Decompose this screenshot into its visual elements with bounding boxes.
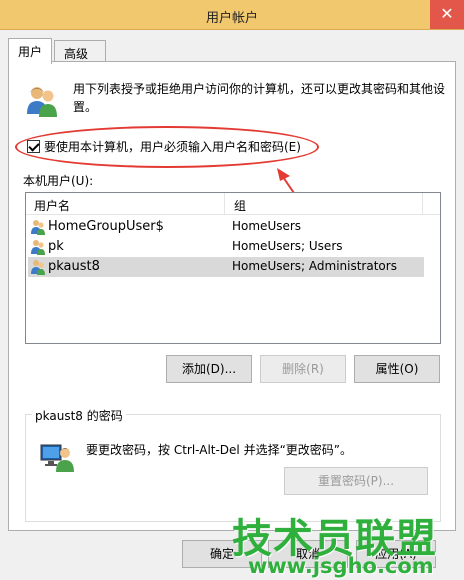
add-user-button[interactable]: 添加(D)...: [166, 355, 252, 383]
close-button[interactable]: ✕: [430, 0, 464, 29]
panel-description: 用下列表授予或拒绝用户访问你的计算机，还可以更改其密码和其他设置。: [73, 82, 446, 114]
user-icon: [31, 260, 45, 275]
table-row[interactable]: pkaust8 HomeUsers; Administrators: [28, 257, 424, 277]
users-icon: [27, 87, 57, 117]
apply-button[interactable]: 应用(A): [356, 540, 436, 568]
title-bar: 用户帐户 ✕: [0, 0, 464, 30]
ok-button[interactable]: 确定: [182, 540, 262, 568]
table-header: 用户名 组: [26, 193, 440, 215]
require-login-checkbox[interactable]: [27, 140, 40, 153]
password-instructions: 要更改密码，按 Ctrl-Alt-Del 并选择“更改密码”。: [86, 443, 353, 457]
user-group: HomeUsers; Users: [232, 239, 343, 253]
column-header-group[interactable]: 组: [234, 197, 246, 214]
user-group: HomeUsers; Administrators: [232, 259, 397, 273]
user-icon: [31, 220, 45, 235]
cancel-button[interactable]: 取消: [268, 540, 348, 568]
user-icon: [31, 240, 45, 255]
table-row[interactable]: pk HomeUsers; Users: [28, 237, 424, 257]
password-group: pkaust8 的密码 要更改密码，按 Ctrl-Alt-Del 并选择“更改密…: [25, 407, 441, 522]
user-group: HomeUsers: [232, 219, 302, 233]
user-name: HomeGroupUser$: [48, 219, 164, 234]
require-login-label[interactable]: 要使用本计算机，用户必须输入用户名和密码(E): [44, 138, 301, 155]
column-divider[interactable]: [224, 193, 225, 215]
properties-button[interactable]: 属性(O): [354, 355, 440, 383]
tab-advanced[interactable]: 高级: [54, 40, 106, 62]
column-divider[interactable]: [422, 193, 423, 215]
user-name: pk: [48, 239, 64, 254]
users-panel: 用下列表授予或拒绝用户访问你的计算机，还可以更改其密码和其他设置。 要使用本计算…: [8, 61, 456, 531]
remove-user-button[interactable]: 删除(R): [260, 355, 346, 383]
window-title: 用户帐户: [205, 11, 258, 26]
column-header-username[interactable]: 用户名: [34, 197, 70, 214]
table-row[interactable]: HomeGroupUser$ HomeUsers: [28, 217, 424, 237]
tab-users[interactable]: 用户: [8, 38, 52, 64]
local-users-label: 本机用户(U):: [23, 174, 94, 188]
user-name: pkaust8: [48, 259, 100, 274]
password-group-title: pkaust8 的密码: [32, 407, 126, 424]
monitor-user-icon: [40, 444, 74, 472]
require-login-option[interactable]: 要使用本计算机，用户必须输入用户名和密码(E): [27, 138, 301, 155]
users-table[interactable]: 用户名 组 HomeGroupUser$ HomeUsers pk HomeUs…: [25, 192, 441, 344]
reset-password-button[interactable]: 重置密码(P)...: [284, 467, 428, 495]
